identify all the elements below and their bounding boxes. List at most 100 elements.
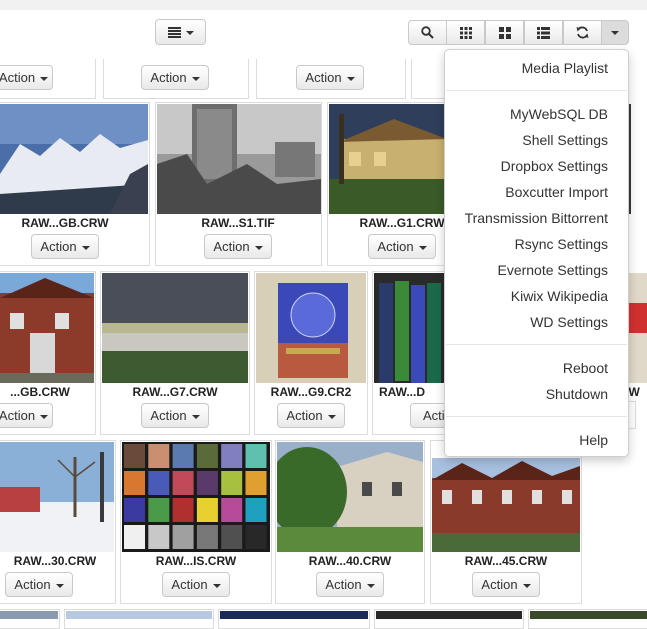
action-label: Action [14,577,51,592]
menu-item-wd-settings[interactable]: WD Settings [530,314,608,330]
list-button[interactable] [524,20,563,45]
color-swatch [221,498,243,522]
view-toggle-button[interactable] [155,19,206,45]
menu-item-help[interactable]: Help [579,432,608,448]
caret-down-icon [611,30,619,35]
action-button[interactable]: Action [162,572,230,597]
thumbnail-image[interactable] [220,611,368,619]
action-button[interactable]: Action [472,572,540,597]
action-button[interactable]: Action [141,65,209,90]
list-icon [537,26,550,39]
color-swatch [124,444,145,468]
caret-down-icon [191,414,200,419]
menu-item-dropbox-settings[interactable]: Dropbox Settings [501,158,608,174]
color-swatch [196,444,218,468]
action-button[interactable]: Action [296,65,364,90]
color-swatch [172,525,194,549]
color-swatch [245,471,267,495]
color-swatch [196,498,218,522]
search-button[interactable] [408,20,447,45]
caret-down-icon [366,583,375,588]
action-button[interactable]: Action [31,234,99,259]
caret-down-icon [346,76,355,81]
caret-down-icon [40,414,49,419]
action-button[interactable]: Action [277,403,345,428]
menu-item-rsync-settings[interactable]: Rsync Settings [515,236,608,252]
grid-small-button[interactable] [446,20,485,45]
color-swatch [245,498,267,522]
color-swatch [245,444,267,468]
caret-down-icon [81,245,90,250]
color-swatch [221,471,243,495]
color-swatch [148,498,170,522]
menu-item-shutdown[interactable]: Shutdown [546,386,608,402]
action-button[interactable]: Action [316,572,384,597]
thumbnail-image[interactable] [530,611,647,619]
refresh-button[interactable] [563,20,602,45]
thumbnail-image[interactable] [628,273,647,383]
caret-down-icon [40,76,49,81]
color-swatch [196,471,218,495]
thumbnail-image[interactable] [0,104,148,214]
action-button[interactable]: Action [204,234,272,259]
thumbnail-image[interactable] [0,442,114,552]
menu-item-transmission-bittorrent[interactable]: Transmission Bittorrent [465,210,608,226]
action-button[interactable]: Action [141,403,209,428]
menu-divider [446,416,627,417]
menu-item-mywebsql-db[interactable]: MyWebSQL DB [510,106,608,122]
file-name: RAW...D [378,385,425,399]
thumbnail-image[interactable] [0,273,94,383]
action-label: Action [481,577,518,592]
thumbnail-image[interactable] [122,442,270,552]
color-swatch [148,471,170,495]
menu-toggle-button[interactable] [601,20,629,45]
menu-item-reboot[interactable]: Reboot [563,360,608,376]
menu-item-kiwix-wikipedia[interactable]: Kiwix Wikipedia [511,288,608,304]
thumbnail-image[interactable] [376,611,522,619]
caret-down-icon [327,414,336,419]
action-label: Action [150,70,187,85]
top-strip [0,0,647,10]
action-label: Action [0,408,36,423]
action-button[interactable]: Action [5,572,73,597]
caret-down-icon [55,583,64,588]
action-label: Action [171,577,208,592]
menu-item-boxcutter-import[interactable]: Boxcutter Import [505,184,608,200]
action-label: Action [150,408,187,423]
menu-item-evernote-settings[interactable]: Evernote Settings [497,262,608,278]
grid-small-icon [459,26,472,39]
thumbnail-image[interactable] [277,442,423,552]
menu-divider [446,90,627,91]
menu-item-media-playlist[interactable]: Media Playlist [522,60,608,76]
thumbnail-image[interactable] [66,611,212,619]
caret-down-icon [185,31,194,35]
thumbnail-image[interactable] [256,273,366,383]
thumbnail-image[interactable] [0,611,58,619]
color-swatch [124,525,145,549]
file-name: RAW...S1.TIF [201,216,275,230]
action-label: Action [377,239,414,254]
file-name: RAW...GB.CRW [21,216,109,230]
grid-large-button[interactable] [485,20,524,45]
thumbnail-image[interactable] [374,273,448,383]
caret-down-icon [191,76,200,81]
action-label: Action [286,408,323,423]
action-button[interactable]: Action [0,403,53,428]
list-view-icon [167,26,181,38]
color-swatch [148,444,170,468]
action-label: Action [305,70,342,85]
settings-dropdown-menu: Media Playlist MyWebSQL DB Shell Setting… [444,49,629,457]
action-button[interactable]: Action [368,234,436,259]
action-button[interactable]: Action [0,65,53,90]
color-swatch [196,525,218,549]
color-swatch [221,525,243,549]
thumbnail-image[interactable] [329,104,447,214]
thumbnail-image[interactable] [432,458,580,552]
menu-divider [446,344,627,345]
action-label: Action [213,239,250,254]
caret-down-icon [522,583,531,588]
thumbnail-image[interactable] [102,273,248,383]
menu-item-shell-settings[interactable]: Shell Settings [522,132,608,148]
thumbnail-image[interactable] [157,104,321,214]
caret-down-icon [254,245,263,250]
